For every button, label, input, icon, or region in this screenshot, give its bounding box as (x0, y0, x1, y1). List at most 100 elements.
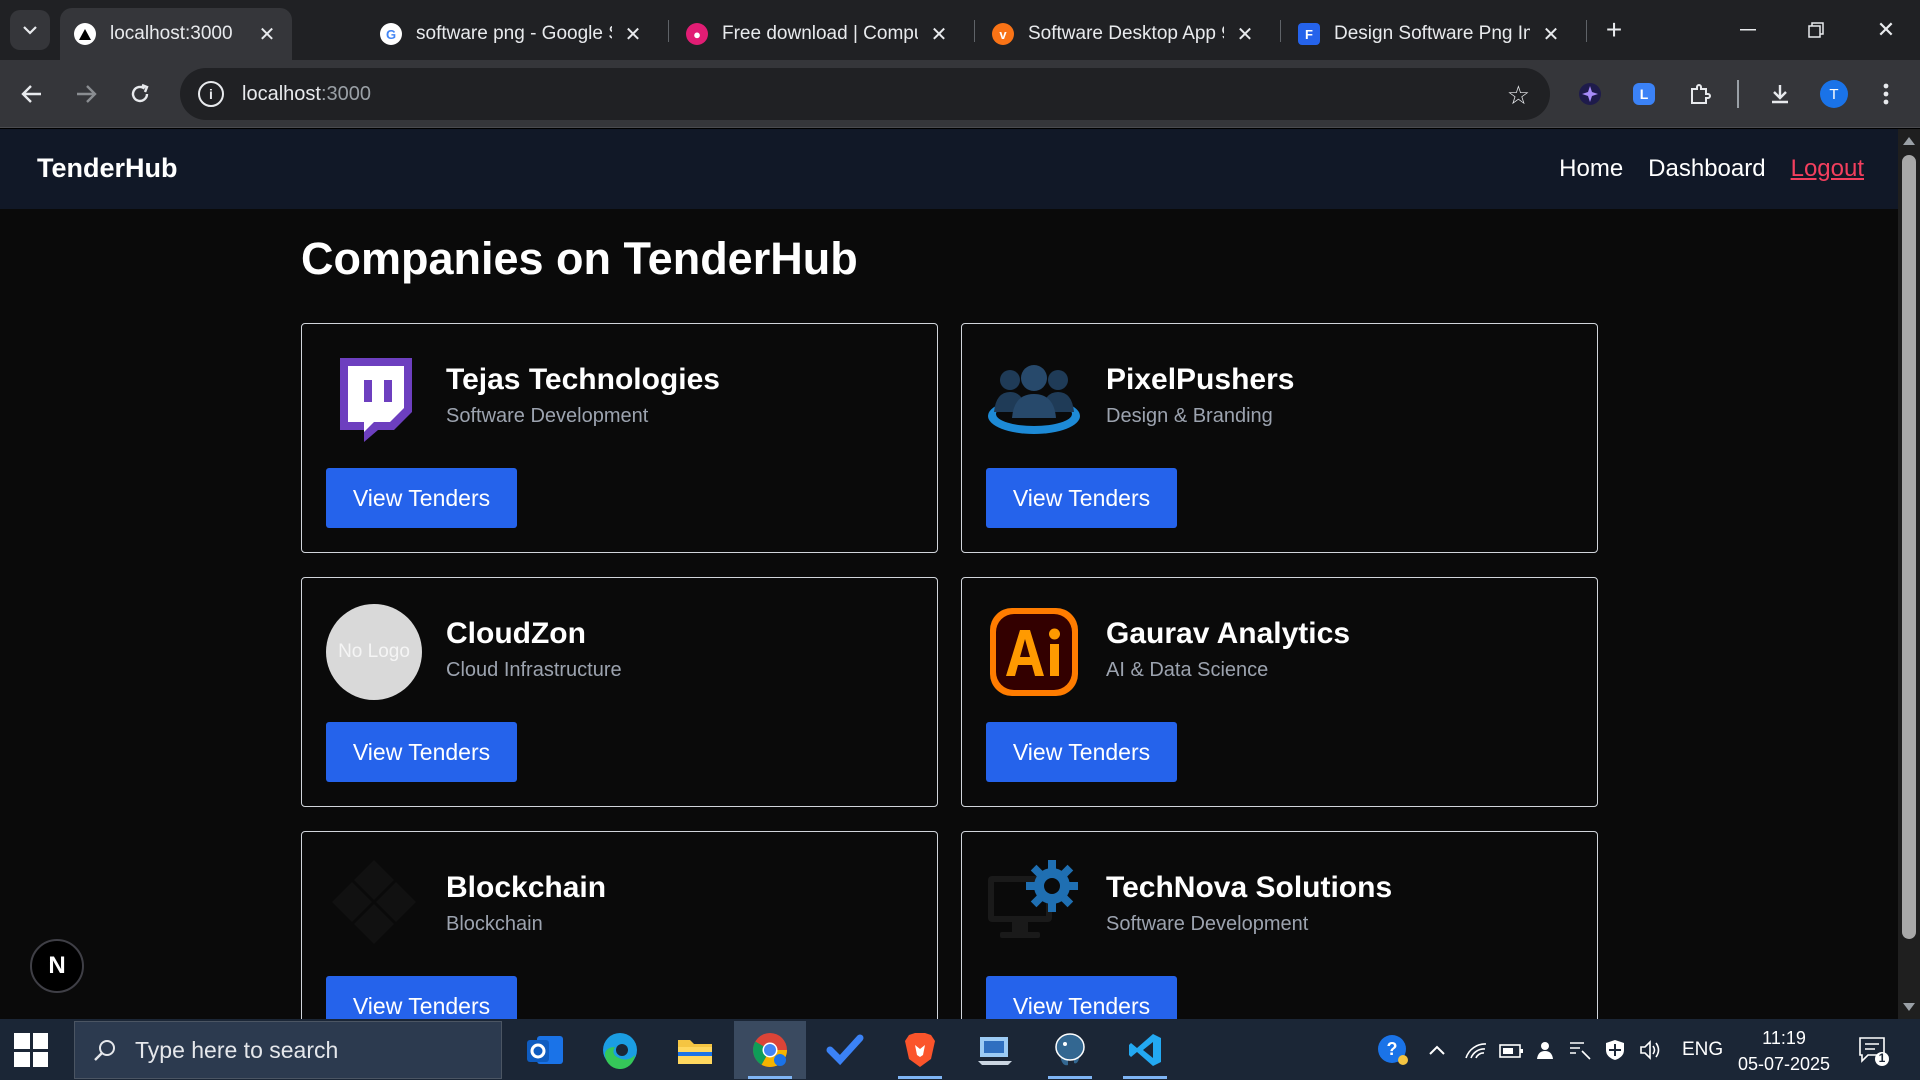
tab-google-search[interactable]: G software png - Google Se ✕ (366, 8, 658, 60)
wifi-icon[interactable] (1464, 1019, 1488, 1080)
company-category: Design & Branding (1106, 405, 1273, 427)
view-tenders-button[interactable]: View Tenders (326, 976, 517, 1019)
postgresql-icon[interactable] (1034, 1021, 1106, 1079)
back-arrow-icon[interactable] (14, 76, 50, 112)
close-window-icon[interactable]: ✕ (1866, 10, 1906, 50)
close-tab-icon[interactable]: ✕ (928, 23, 950, 46)
tab-divider (974, 20, 975, 42)
tab-localhost[interactable]: localhost:3000 ✕ (60, 8, 292, 60)
reload-icon[interactable] (122, 76, 158, 112)
group-users-icon (986, 350, 1082, 446)
tab-divider (1280, 20, 1281, 42)
chrome-app-icon[interactable] (734, 1021, 806, 1079)
browser-menu-icon[interactable] (1870, 78, 1902, 110)
svg-text:L: L (1640, 86, 1649, 102)
company-card: TechNova Solutions Software Development … (961, 831, 1598, 1019)
scroll-down-arrow-icon[interactable] (1903, 1003, 1915, 1011)
clock-date: 05-07-2025 (1737, 1054, 1831, 1074)
help-icon[interactable]: ? (1376, 1019, 1410, 1080)
company-category: Software Development (446, 405, 649, 427)
browser-tab-strip: localhost:3000 ✕ G software png - Google… (0, 0, 1920, 60)
svg-text:?: ? (1387, 1039, 1398, 1059)
file-explorer-icon[interactable] (659, 1021, 731, 1079)
brand-logo-text[interactable]: TenderHub (37, 153, 178, 184)
forward-arrow-icon[interactable] (68, 76, 104, 112)
show-hidden-icons-chevron-icon[interactable] (1428, 1019, 1446, 1080)
company-card: Gaurav Analytics AI & Data Science View … (961, 577, 1598, 807)
tab-divider (1586, 20, 1587, 42)
todo-app-icon[interactable] (809, 1021, 881, 1079)
toolbar-divider (1737, 80, 1739, 108)
bookmark-star-icon[interactable]: ☆ (1507, 80, 1530, 111)
download-icon[interactable] (1764, 78, 1796, 110)
scroll-up-arrow-icon[interactable] (1903, 137, 1915, 145)
site-info-icon[interactable]: i (198, 81, 224, 107)
extensions-puzzle-icon[interactable] (1684, 78, 1716, 110)
url-port: :3000 (320, 82, 371, 105)
site-f-icon: F (1298, 23, 1320, 45)
tab-divider (668, 20, 669, 42)
battery-icon[interactable] (1498, 1019, 1524, 1080)
notification-center-icon[interactable]: 1 (1856, 1019, 1890, 1080)
network-icon[interactable] (1568, 1019, 1592, 1080)
profile-initial: T (1820, 80, 1848, 108)
close-tab-icon[interactable]: ✕ (1234, 23, 1256, 46)
meet-now-icon[interactable] (1534, 1019, 1556, 1080)
running-indicator (898, 1076, 942, 1079)
tab-software-desktop-app[interactable]: v Software Desktop App 9 ✕ (978, 8, 1270, 60)
company-name: Gaurav Analytics (1106, 617, 1350, 650)
url-host: localhost (242, 82, 321, 105)
taskbar-search-box[interactable]: Type here to search (74, 1021, 502, 1079)
security-shield-icon[interactable] (1604, 1019, 1626, 1080)
windows-start-icon[interactable] (14, 1033, 48, 1067)
view-tenders-button[interactable]: View Tenders (326, 468, 517, 528)
browser-toolbar: i localhost:3000 ☆ L T (0, 60, 1920, 128)
site-drop-icon: ● (686, 23, 708, 45)
site-navbar: TenderHub Home Dashboard Logout (0, 129, 1898, 209)
company-category: Cloud Infrastructure (446, 659, 622, 681)
password-manager-extension-icon[interactable]: L (1628, 78, 1660, 110)
close-tab-icon[interactable]: ✕ (1540, 23, 1562, 46)
page-scrollbar[interactable] (1898, 129, 1920, 1019)
address-bar[interactable]: i localhost:3000 ☆ (180, 68, 1550, 120)
no-logo-text: No Logo (326, 604, 422, 700)
company-card: PixelPushers Design & Branding View Tend… (961, 323, 1598, 553)
profile-avatar[interactable]: T (1818, 78, 1850, 110)
google-icon: G (380, 23, 402, 45)
gemini-extension-icon[interactable] (1574, 78, 1606, 110)
view-tenders-button[interactable]: View Tenders (986, 468, 1177, 528)
minimize-icon[interactable] (1728, 10, 1768, 50)
nextjs-dev-indicator[interactable]: N (30, 939, 84, 993)
company-name: TechNova Solutions (1106, 871, 1393, 904)
view-tenders-button[interactable]: View Tenders (986, 722, 1177, 782)
language-indicator[interactable]: ENG (1682, 1019, 1723, 1080)
tab-design-software[interactable]: F Design Software Png Ima ✕ (1284, 8, 1576, 60)
tab-title: Design Software Png Ima (1334, 23, 1530, 44)
remote-desktop-icon[interactable] (959, 1021, 1031, 1079)
nav-dashboard-link[interactable]: Dashboard (1648, 155, 1765, 183)
brave-browser-icon[interactable] (884, 1021, 956, 1079)
volume-icon[interactable] (1638, 1019, 1662, 1080)
nav-home-link[interactable]: Home (1559, 155, 1623, 183)
restore-icon[interactable] (1796, 10, 1836, 50)
company-category: Blockchain (446, 913, 543, 935)
close-tab-icon[interactable]: ✕ (256, 23, 278, 46)
outlook-app-icon[interactable] (509, 1021, 581, 1079)
tab-search-button[interactable] (10, 10, 50, 50)
running-indicator (748, 1076, 792, 1079)
vscode-icon[interactable] (1109, 1021, 1181, 1079)
system-clock[interactable]: 11:19 05-07-2025 (1734, 1025, 1834, 1077)
twitch-icon (326, 350, 422, 446)
new-tab-button[interactable]: + (1598, 14, 1630, 46)
search-icon (94, 1040, 115, 1061)
view-tenders-button[interactable]: View Tenders (986, 976, 1177, 1019)
notification-count: 1 (1878, 1051, 1886, 1065)
tab-free-download[interactable]: ● Free download | Comput ✕ (672, 8, 964, 60)
view-tenders-button[interactable]: View Tenders (326, 722, 517, 782)
scrollbar-thumb[interactable] (1902, 155, 1916, 939)
close-tab-icon[interactable]: ✕ (622, 23, 644, 46)
company-card: Tejas Technologies Software Development … (301, 323, 938, 553)
edge-browser-icon[interactable] (584, 1021, 656, 1079)
nav-logout-link[interactable]: Logout (1791, 155, 1864, 183)
url-text[interactable]: localhost:3000 (242, 83, 371, 106)
